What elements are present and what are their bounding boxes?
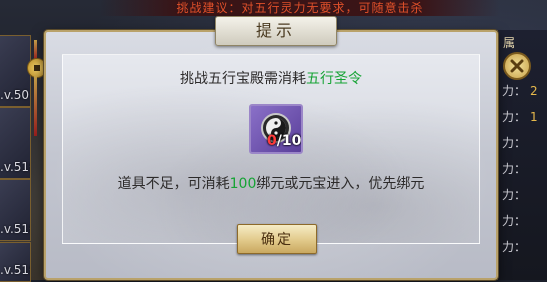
required-item-name: 五行圣令 bbox=[306, 71, 362, 87]
close-button[interactable] bbox=[503, 52, 531, 80]
insufficient-item-message: 道具不足，可消耗100绑元或元宝进入，优先绑元 bbox=[44, 173, 498, 193]
stat-row: 力： 1 bbox=[502, 110, 538, 124]
character-level: .v.510 bbox=[0, 160, 30, 174]
character-card[interactable]: .v.50 bbox=[0, 35, 31, 107]
tassel-ornament bbox=[34, 40, 37, 60]
character-level: .v.510 bbox=[0, 263, 30, 277]
character-card[interactable]: .v.510 bbox=[0, 242, 31, 282]
stat-row: 力： bbox=[502, 240, 527, 254]
character-card[interactable]: .v.510 bbox=[0, 179, 31, 241]
tassel-ornament bbox=[34, 76, 37, 136]
stat-row: 力： bbox=[502, 214, 527, 228]
dialog-title: 提示 bbox=[215, 16, 337, 46]
close-icon bbox=[510, 59, 524, 73]
insufficient-suffix: 绑元或元宝进入，优先绑元 bbox=[256, 176, 425, 192]
cost-message: 挑战五行宝殿需消耗五行圣令 bbox=[44, 68, 498, 88]
character-card[interactable]: .v.510 bbox=[0, 107, 31, 179]
item-slot[interactable]: 0/10 bbox=[249, 104, 303, 154]
item-count: 0/10 bbox=[267, 133, 301, 149]
stat-row: 力： bbox=[502, 136, 527, 150]
character-level: .v.510 bbox=[0, 222, 30, 236]
attribute-tab[interactable]: 属 bbox=[503, 34, 515, 51]
character-level: .v.50 bbox=[0, 88, 30, 102]
cost-message-text: 挑战五行宝殿需消耗 bbox=[180, 71, 306, 87]
stat-row: 力： 2 bbox=[502, 84, 538, 98]
confirm-button[interactable]: 确定 bbox=[237, 224, 317, 254]
item-owned-count: 0 bbox=[267, 133, 277, 149]
stat-row: 力： bbox=[502, 188, 527, 202]
insufficient-text: 道具不足，可消耗 bbox=[117, 176, 230, 192]
cost-amount: 100 bbox=[229, 176, 257, 192]
challenge-tip-banner: 挑战建议：对五行灵力无要求，可随意击杀 bbox=[100, 0, 500, 16]
stat-row: 力： bbox=[502, 162, 527, 176]
item-required-count: /10 bbox=[276, 133, 302, 149]
